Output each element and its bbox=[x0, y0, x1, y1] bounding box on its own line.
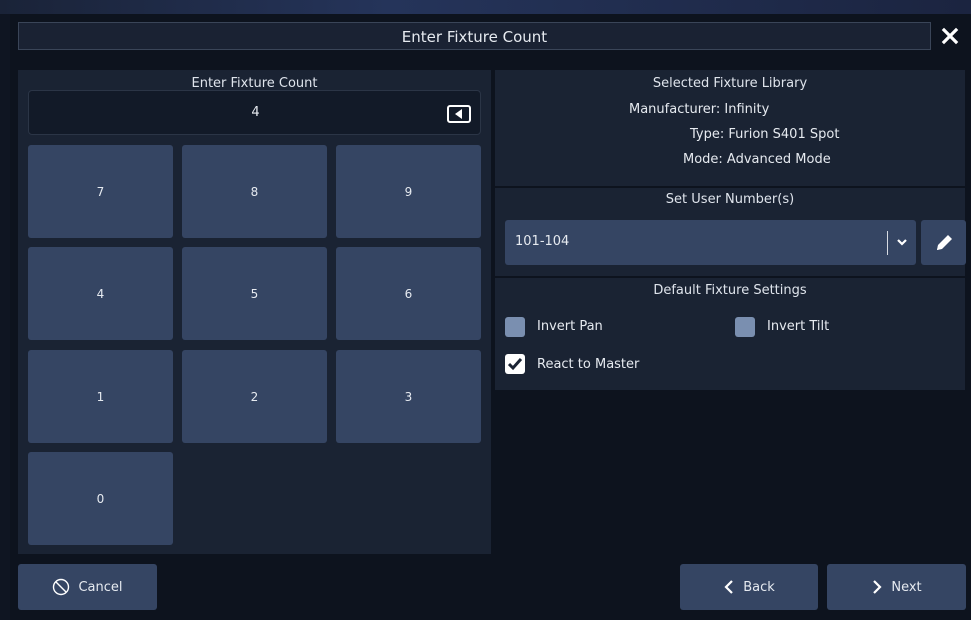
fixture-count-field[interactable]: 4 bbox=[28, 90, 481, 135]
key-7[interactable]: 7 bbox=[28, 145, 173, 238]
next-label: Next bbox=[891, 579, 922, 595]
backspace-button[interactable] bbox=[447, 105, 471, 123]
back-button[interactable]: Back bbox=[680, 564, 818, 610]
key-8[interactable]: 8 bbox=[182, 145, 327, 238]
library-label: Selected Fixture Library bbox=[652, 76, 808, 91]
defaults-section: Default Fixture Settings bbox=[495, 278, 965, 390]
chevron-left-icon bbox=[724, 580, 733, 594]
cancel-icon bbox=[53, 578, 70, 596]
defaults-label: Default Fixture Settings bbox=[653, 283, 807, 298]
invert-tilt-label: Invert Tilt bbox=[767, 319, 830, 334]
back-label: Back bbox=[743, 579, 775, 595]
key-6[interactable]: 6 bbox=[336, 247, 481, 340]
next-button[interactable]: Next bbox=[827, 564, 966, 610]
react-master-label: React to Master bbox=[537, 357, 640, 372]
fixture-count-value: 4 bbox=[251, 105, 260, 120]
react-master-checkbox[interactable] bbox=[505, 354, 525, 374]
fixture-count-dialog: Enter Fixture Count Enter Fixture Count … bbox=[10, 14, 971, 620]
user-number-select[interactable]: 101-104 bbox=[505, 220, 916, 265]
dialog-titlebar: Enter Fixture Count bbox=[18, 22, 931, 50]
key-2[interactable]: 2 bbox=[182, 350, 327, 443]
key-3[interactable]: 3 bbox=[336, 350, 481, 443]
chevron-down-icon bbox=[897, 239, 907, 246]
key-9[interactable]: 9 bbox=[336, 145, 481, 238]
keypad-label: Enter Fixture Count bbox=[191, 76, 318, 91]
invert-pan-label: Invert Pan bbox=[537, 319, 603, 334]
invert-tilt-checkbox[interactable] bbox=[735, 317, 755, 337]
close-icon bbox=[941, 27, 959, 45]
dialog-title: Enter Fixture Count bbox=[401, 28, 548, 46]
key-1[interactable]: 1 bbox=[28, 350, 173, 443]
pencil-icon bbox=[936, 234, 952, 250]
select-divider bbox=[887, 231, 888, 255]
key-4[interactable]: 4 bbox=[28, 247, 173, 340]
user-number-value: 101-104 bbox=[515, 234, 570, 249]
edit-user-number-button[interactable] bbox=[921, 220, 966, 265]
cancel-button[interactable]: Cancel bbox=[18, 564, 157, 610]
library-type: Type: Furion S401 Spot bbox=[690, 127, 840, 142]
checkmark-icon bbox=[507, 358, 523, 371]
key-5[interactable]: 5 bbox=[182, 247, 327, 340]
cancel-label: Cancel bbox=[78, 579, 123, 595]
background-strip bbox=[0, 0, 971, 14]
key-0[interactable]: 0 bbox=[28, 452, 173, 545]
invert-pan-checkbox[interactable] bbox=[505, 317, 525, 337]
library-manufacturer: Manufacturer: Infinity bbox=[629, 102, 770, 117]
chevron-right-icon bbox=[873, 580, 882, 594]
close-button[interactable] bbox=[935, 22, 965, 50]
library-section: Selected Fixture Library Manufacturer: I… bbox=[495, 70, 965, 186]
keypad-panel: Enter Fixture Count 4 7 8 9 4 5 6 1 2 3 … bbox=[18, 70, 491, 554]
user-number-label: Set User Number(s) bbox=[665, 192, 795, 207]
library-mode: Mode: Advanced Mode bbox=[683, 152, 831, 167]
backspace-icon bbox=[447, 105, 471, 123]
